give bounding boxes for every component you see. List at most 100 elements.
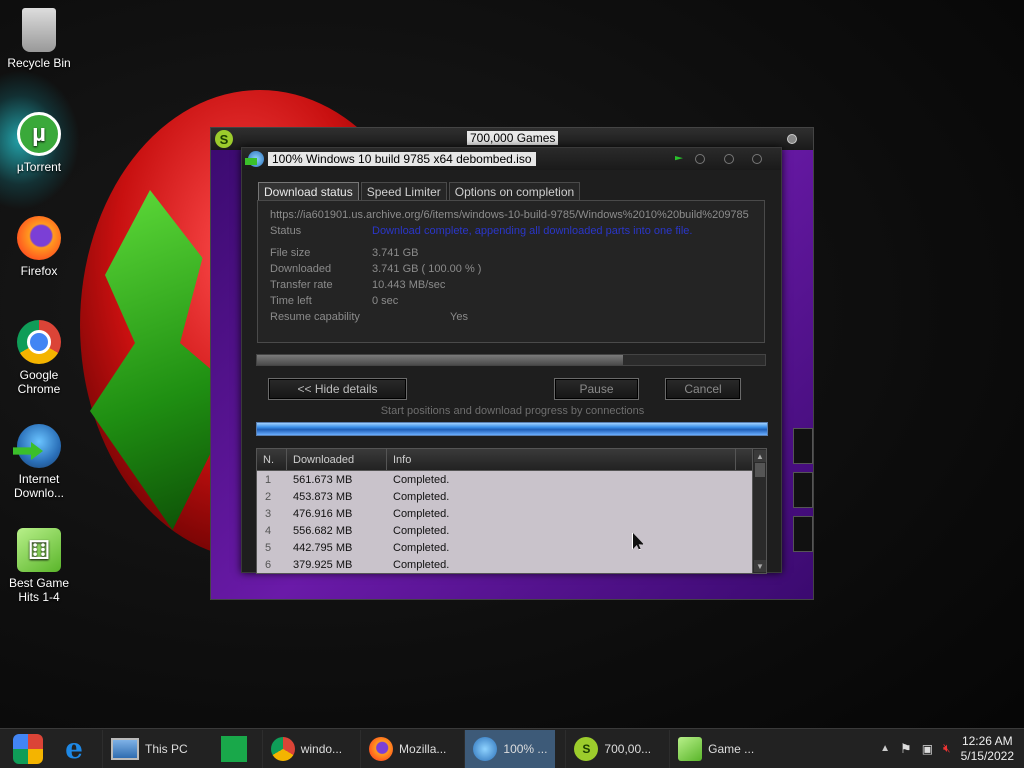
maximize-button[interactable] [724, 154, 734, 164]
recycle-bin-icon [22, 8, 56, 52]
cell-downloaded: 442.795 MB [293, 541, 353, 554]
file-size-label: File size [270, 247, 311, 259]
idm-icon [245, 151, 264, 167]
cell-n: 4 [265, 524, 272, 537]
taskbar-idm[interactable]: 100% ... [464, 729, 556, 768]
start-icon [13, 733, 43, 764]
desktop-icon-chrome[interactable]: Google Chrome [0, 320, 78, 396]
tab-bar: Download status Speed Limiter Options on… [258, 182, 581, 201]
minimize-button[interactable] [695, 154, 705, 164]
column-header-n[interactable]: N. [257, 449, 287, 470]
games-window-title: 700,000 Games [467, 131, 559, 145]
tab-options-on-completion[interactable]: Options on completion [448, 182, 581, 201]
utorrent-icon: µ [17, 112, 61, 156]
column-header-downloaded[interactable]: Downloaded [287, 449, 387, 470]
taskbar-label: 700,00... [604, 741, 652, 756]
cell-n: 2 [265, 490, 272, 503]
desktop-icon-label: µTorrent [16, 160, 62, 174]
time-left-label: Time left [270, 295, 312, 307]
pause-button[interactable]: Pause [554, 378, 639, 400]
clock-time: 12:26 AM [961, 733, 1013, 748]
download-progress-fill [257, 355, 623, 365]
action-center-flag-icon[interactable]: ⚑ [900, 741, 912, 757]
games-icon: S [574, 736, 599, 761]
show-hidden-icons-icon[interactable]: ▲ [880, 743, 890, 754]
connections-label: Start positions and download progress by… [380, 405, 645, 417]
table-row[interactable]: 3 476.916 MB Completed. [257, 505, 766, 522]
taskbar-chrome[interactable]: windo... [261, 729, 350, 768]
cell-downloaded: 453.873 MB [293, 490, 353, 503]
idm-icon [17, 424, 61, 468]
games-side-button[interactable] [793, 472, 813, 508]
cell-n: 5 [265, 541, 272, 554]
games-side-button[interactable] [793, 428, 813, 464]
taskbar-games[interactable]: S 700,00... [565, 729, 659, 768]
cell-n: 3 [265, 507, 272, 520]
table-row[interactable]: 2 453.873 MB Completed. [257, 488, 766, 505]
transfer-rate-value: 10.443 MB/sec [372, 279, 446, 291]
cell-info: Completed. [393, 558, 450, 571]
internet-explorer-icon: e [65, 732, 83, 765]
scroll-thumb[interactable] [755, 463, 765, 477]
this-pc-icon [111, 737, 139, 760]
desktop-icon-utorrent[interactable]: µ µTorrent [0, 112, 78, 174]
table-row[interactable]: 5 442.795 MB Completed. [257, 539, 766, 556]
games-logo-icon: S [215, 130, 233, 148]
games-side-button[interactable] [793, 516, 813, 552]
downloaded-label: Downloaded [270, 263, 332, 275]
games-close-button[interactable] [787, 134, 797, 144]
taskbar-firefox[interactable]: Mozilla... [360, 729, 454, 768]
dice-icon: ⚅ [17, 528, 61, 572]
tab-speed-limiter[interactable]: Speed Limiter [360, 182, 447, 201]
tab-download-status[interactable]: Download status [258, 182, 359, 201]
scroll-down-icon[interactable]: ▼ [754, 560, 766, 572]
taskbar-game-hits[interactable]: Game ... [669, 729, 762, 768]
close-button[interactable] [752, 154, 762, 164]
desktop-icon-label: Recycle Bin [7, 56, 71, 70]
status-label: Status [270, 225, 302, 237]
table-scrollbar[interactable]: ▲ ▼ [752, 449, 766, 573]
taskbar-label: This PC [145, 741, 188, 756]
table-body: 1 561.673 MB Completed. 2 453.873 MB Complete… [257, 471, 766, 573]
desktop-icon-best-game-hits[interactable]: ⚅ Best Game Hits 1-4 [0, 528, 78, 604]
connections-table[interactable]: N. Downloaded Info 1 561.673 MB Completed.… [256, 448, 767, 574]
transfer-rate-label: Transfer rate [270, 279, 333, 291]
cell-info: Completed. [393, 541, 450, 554]
volume-muted-icon[interactable]: 🔇︎ [943, 741, 951, 756]
chrome-icon [270, 736, 295, 761]
cell-downloaded: 379.925 MB [293, 558, 353, 571]
download-dialog-title: 100% Windows 10 build 9785 x64 debombed.… [268, 152, 536, 166]
table-row[interactable]: 6 379.925 MB Completed. [257, 556, 766, 573]
taskbar-label: windo... [300, 741, 343, 756]
download-dialog-titlebar[interactable]: 100% Windows 10 build 9785 x64 debombed.… [242, 148, 781, 170]
cell-downloaded: 561.673 MB [293, 473, 353, 486]
desktop-icon-label: Best Game Hits 1-4 [8, 576, 70, 604]
flag-icon [675, 156, 683, 161]
cell-n: 1 [265, 473, 272, 486]
column-header-info[interactable]: Info [387, 449, 736, 470]
cancel-button[interactable]: Cancel [665, 378, 741, 400]
desktop-icon-idm[interactable]: Internet Downlo... [0, 424, 78, 500]
firefox-icon [369, 736, 394, 761]
desktop-icon-label: Firefox [20, 264, 58, 278]
cell-info: Completed. [393, 524, 450, 537]
download-url: https://ia601901.us.archive.org/6/items/… [270, 209, 749, 221]
taskbar-ie[interactable]: e [56, 731, 92, 767]
table-row[interactable]: 4 556.682 MB Completed. [257, 522, 766, 539]
resume-capability-value: Yes [450, 311, 468, 323]
scroll-up-icon[interactable]: ▲ [754, 450, 766, 462]
cell-info: Completed. [393, 490, 450, 503]
hide-details-button[interactable]: << Hide details [268, 378, 407, 400]
clock[interactable]: 12:26 AM 5/15/2022 [961, 734, 1014, 764]
file-size-value: 3.741 GB [372, 247, 419, 259]
download-dialog[interactable]: 100% Windows 10 build 9785 x64 debombed.… [241, 147, 782, 574]
network-icon[interactable]: ▣ [922, 742, 933, 756]
firefox-icon [17, 216, 61, 260]
table-row[interactable]: 1 561.673 MB Completed. [257, 471, 766, 488]
idm-icon [473, 736, 498, 761]
start-button[interactable] [10, 731, 46, 767]
taskbar-store[interactable] [216, 731, 252, 767]
desktop-icon-firefox[interactable]: Firefox [0, 216, 78, 278]
taskbar-this-pc[interactable]: This PC [102, 729, 196, 768]
desktop-icon-recycle-bin[interactable]: Recycle Bin [0, 8, 78, 70]
